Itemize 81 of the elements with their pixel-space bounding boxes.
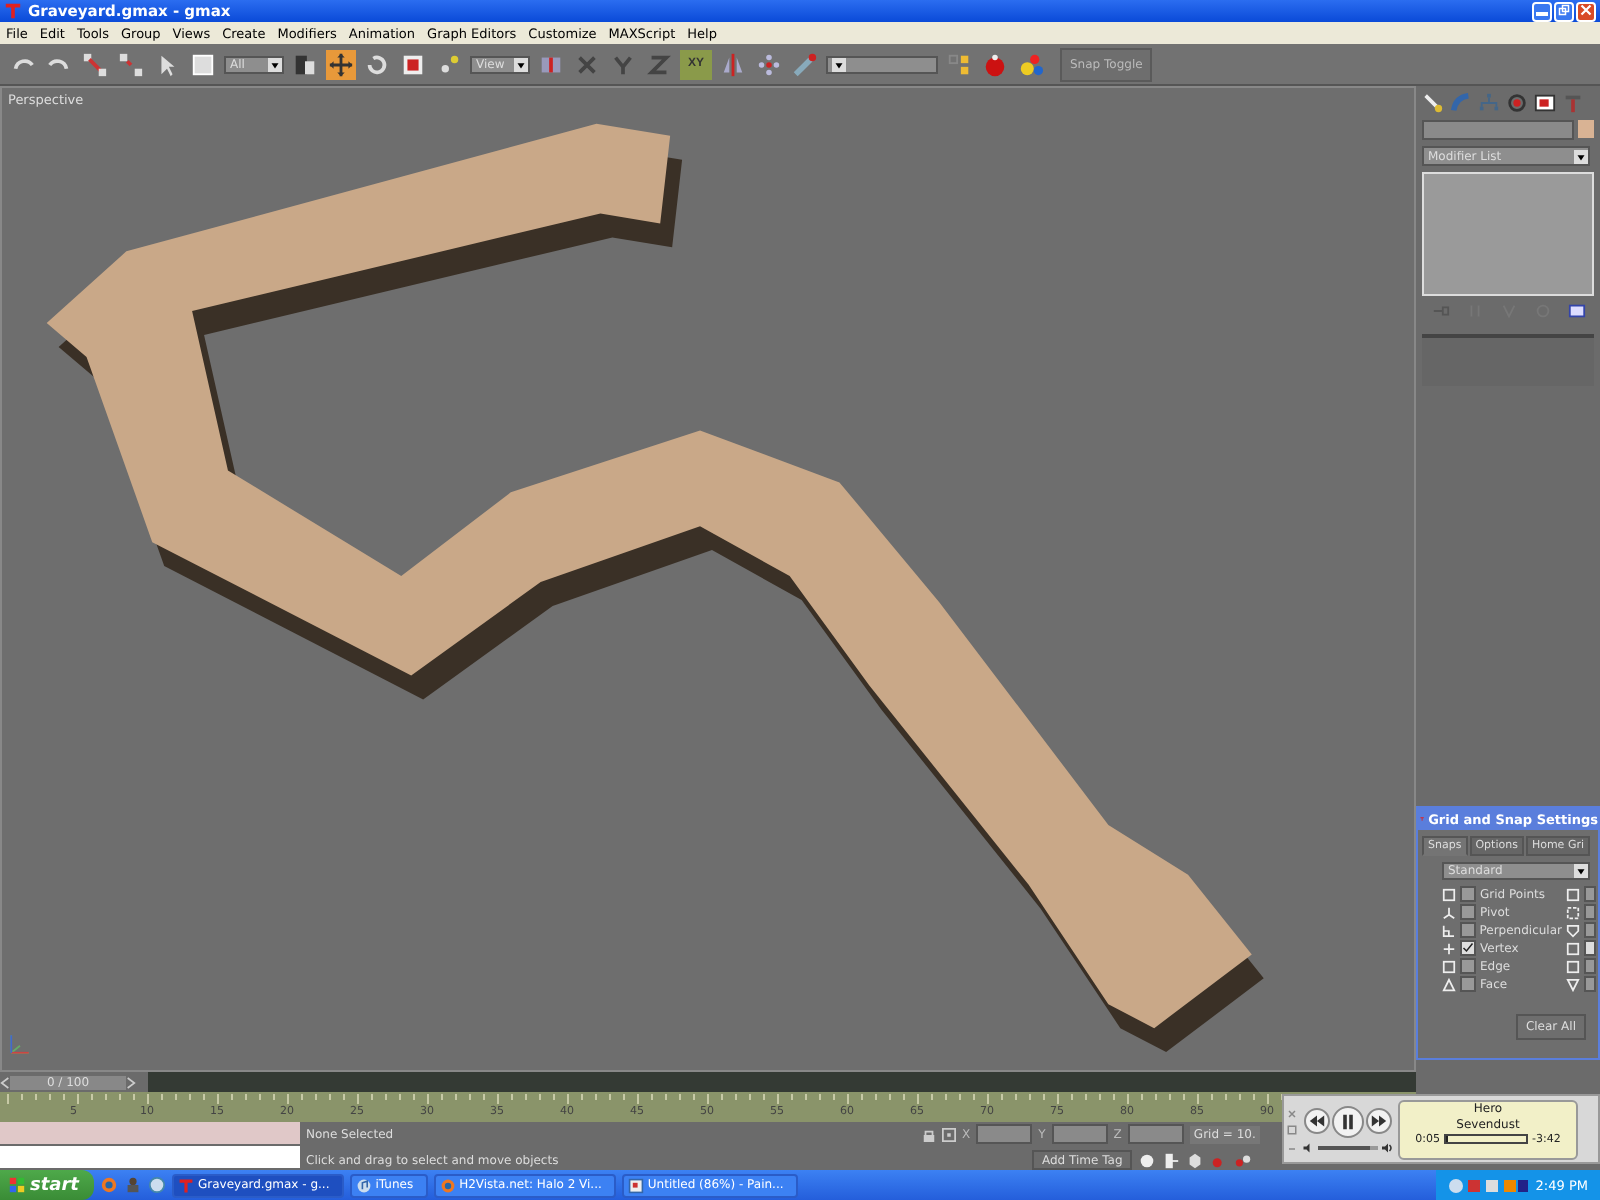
pivot-snap-icon <box>1442 905 1456 919</box>
snap-checkbox[interactable] <box>1459 922 1476 938</box>
close-button[interactable] <box>1576 1 1596 21</box>
resize-icon[interactable] <box>1286 1123 1298 1135</box>
move-icon[interactable] <box>326 49 356 79</box>
windows-logo-icon <box>8 1176 26 1194</box>
plus-snap-icon <box>1442 941 1456 955</box>
start-button[interactable]: start <box>0 1170 94 1200</box>
music-icon <box>355 1177 372 1193</box>
snap-checkbox[interactable] <box>1460 886 1476 902</box>
browser-icon <box>439 1177 456 1193</box>
lock-icon[interactable] <box>922 1127 936 1141</box>
caret-icon <box>514 57 528 71</box>
next-button[interactable] <box>1366 1108 1392 1134</box>
minimize-button[interactable] <box>1532 1 1552 21</box>
document-arrow-icon[interactable] <box>1162 1151 1181 1169</box>
snap-checkbox[interactable] <box>1584 886 1596 902</box>
restore-button[interactable] <box>1554 1 1574 21</box>
check-icon <box>1462 942 1474 954</box>
character-icon[interactable] <box>124 1176 142 1194</box>
triangle-snap-icon <box>1442 977 1456 991</box>
link-icon[interactable] <box>80 49 110 79</box>
pause-button[interactable] <box>1332 1105 1364 1137</box>
square-snap-icon <box>1442 887 1456 901</box>
previous-button[interactable] <box>1304 1108 1330 1134</box>
close-icon <box>1578 3 1594 15</box>
snap-checkbox[interactable] <box>1584 976 1596 992</box>
volume-low-icon <box>1302 1141 1314 1153</box>
array-icon[interactable] <box>754 49 784 79</box>
axis-tripod-icon <box>6 1030 34 1058</box>
tray-icons-drawing[interactable] <box>1447 1175 1528 1195</box>
volume-high-icon <box>1382 1141 1394 1153</box>
perpendicular-snap-icon <box>1442 923 1456 937</box>
rewind-icon <box>1308 1112 1326 1130</box>
unlink-icon[interactable] <box>116 49 146 79</box>
sphere-icon[interactable] <box>1138 1151 1157 1169</box>
caret-icon <box>1574 149 1588 163</box>
absolute-mode-icon[interactable] <box>942 1127 956 1141</box>
square-snap-icon <box>1566 887 1580 901</box>
align-icon[interactable] <box>790 49 820 79</box>
paint-icon <box>627 1177 644 1193</box>
caret-icon <box>832 57 846 71</box>
caret-icon <box>1574 864 1588 878</box>
triangle-snap-icon <box>1566 977 1580 991</box>
snap-checkbox[interactable] <box>1584 904 1596 920</box>
object-color-swatch[interactable] <box>1578 120 1594 138</box>
square-snap-icon <box>1442 959 1456 973</box>
listener-field[interactable] <box>0 1146 300 1168</box>
minimize-icon <box>1536 11 1548 15</box>
globe-icon[interactable] <box>148 1176 166 1194</box>
x-coordinate-field[interactable] <box>976 1124 1033 1144</box>
app-logo-icon <box>4 2 22 20</box>
snap-checkbox[interactable] <box>1460 940 1476 956</box>
nodes-icon[interactable] <box>1234 1151 1253 1169</box>
macro-recorder-field[interactable] <box>0 1122 300 1144</box>
caret-icon <box>268 57 282 71</box>
app-logo-icon <box>178 1177 194 1193</box>
layers-icon[interactable] <box>944 49 974 79</box>
shield-snap-icon <box>1566 923 1580 937</box>
object-name-field[interactable] <box>1422 120 1574 140</box>
snap-checkbox[interactable] <box>1584 958 1596 974</box>
display-tab-icon[interactable] <box>1534 92 1556 114</box>
fast-forward-icon <box>1370 1112 1388 1130</box>
snap-checkbox[interactable] <box>1460 976 1476 992</box>
browser-icon[interactable] <box>100 1176 118 1194</box>
bracket-snap-icon <box>1566 905 1580 919</box>
progress-bar[interactable] <box>1444 1134 1528 1144</box>
configure-sets-icon[interactable] <box>1567 302 1585 320</box>
select-region-icon[interactable] <box>188 49 218 79</box>
mirror-icon[interactable] <box>718 49 748 79</box>
close-icon[interactable] <box>1286 1107 1298 1119</box>
material-spheres-icon[interactable] <box>1016 49 1046 79</box>
snap-checkbox[interactable] <box>1460 958 1476 974</box>
z-coordinate-field[interactable] <box>1127 1124 1184 1144</box>
restore-icon <box>1556 3 1572 15</box>
create-tab-icon[interactable] <box>1422 92 1444 114</box>
named-selection-dropdown[interactable] <box>826 55 938 73</box>
y-coordinate-field[interactable] <box>1051 1124 1108 1144</box>
snap-checkbox[interactable] <box>1584 922 1596 938</box>
snap-checkbox[interactable] <box>1460 904 1476 920</box>
snap-checkbox[interactable] <box>1584 940 1596 956</box>
